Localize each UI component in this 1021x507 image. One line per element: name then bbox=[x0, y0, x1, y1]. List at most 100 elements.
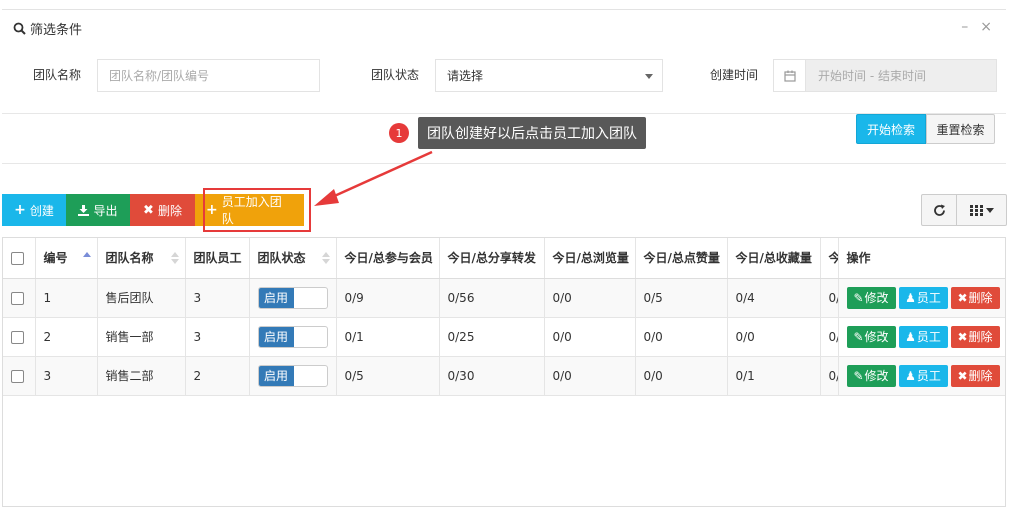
status-toggle[interactable]: 启用 bbox=[257, 364, 328, 387]
refresh-button[interactable] bbox=[921, 194, 957, 226]
calendar-icon bbox=[774, 60, 806, 91]
cell-status: 启用 bbox=[249, 356, 337, 396]
row-checkbox[interactable] bbox=[11, 330, 24, 344]
annotation-tip: 1 团队创建好以后点击员工加入团队 bbox=[389, 117, 646, 149]
cell-name: 销售一部 bbox=[97, 317, 186, 357]
cell-extra: 0/ bbox=[820, 278, 839, 318]
create-time-placeholder: 开始时间 - 结束时间 bbox=[818, 69, 926, 83]
table-row: 1 售后团队 3 启用 0/9 0/56 0/0 0/5 0/4 0/ ✎修改 … bbox=[3, 278, 1005, 318]
row-delete-button[interactable]: ✖ 删除 bbox=[950, 286, 1000, 309]
header-id[interactable]: 编号 bbox=[35, 238, 98, 279]
cell-views: 0/0 bbox=[544, 317, 636, 357]
table-view-tools bbox=[921, 194, 1007, 226]
header-actions: 操作 bbox=[838, 238, 1005, 279]
staff-button[interactable]: ♟ 员工 bbox=[898, 364, 948, 387]
row-delete-button[interactable]: ✖ 删除 bbox=[950, 364, 1000, 387]
close-icon[interactable]: × bbox=[980, 19, 992, 35]
divider bbox=[2, 163, 1006, 164]
cell-status: 启用 bbox=[249, 317, 337, 357]
cell-name: 售后团队 bbox=[97, 278, 186, 318]
cell-members: 0/1 bbox=[336, 317, 440, 357]
create-time-input[interactable]: 开始时间 - 结束时间 bbox=[806, 60, 996, 91]
sort-icon bbox=[321, 252, 330, 264]
edit-icon: ✎ bbox=[853, 368, 864, 383]
filter-title-text: 筛选条件 bbox=[30, 23, 83, 38]
row-checkbox[interactable] bbox=[11, 369, 24, 383]
export-button[interactable]: 导出 bbox=[66, 194, 130, 226]
edit-icon: ✎ bbox=[853, 329, 864, 344]
create-time-range[interactable]: 开始时间 - 结束时间 bbox=[773, 59, 997, 92]
team-name-label: 团队名称 bbox=[33, 68, 82, 82]
times-icon: ✖ bbox=[143, 202, 154, 218]
team-status-select[interactable]: 请选择 bbox=[435, 59, 663, 92]
row-checkbox[interactable] bbox=[11, 291, 24, 305]
staff-button[interactable]: ♟ 员工 bbox=[898, 325, 948, 348]
cell-favorites: 0/0 bbox=[727, 317, 821, 357]
edit-button[interactable]: ✎ 修改 bbox=[846, 286, 896, 309]
cell-favorites: 0/1 bbox=[727, 356, 821, 396]
cell-members: 0/5 bbox=[336, 356, 440, 396]
edit-button[interactable]: ✎ 修改 bbox=[846, 364, 896, 387]
table-header-row: 编号 团队名称 团队员工 团队状态 今日/总参与会员 今日/总分享转发 今日/总… bbox=[3, 238, 1005, 279]
select-all-checkbox[interactable] bbox=[11, 251, 24, 265]
header-favorites: 今日/总收藏量 bbox=[727, 238, 821, 279]
cell-id: 3 bbox=[35, 356, 98, 396]
edit-button[interactable]: ✎ 修改 bbox=[846, 325, 896, 348]
create-button[interactable]: + 创建 bbox=[2, 194, 66, 226]
row-delete-button[interactable]: ✖ 删除 bbox=[950, 325, 1000, 348]
cell-actions: ✎ 修改 ♟ 员工 ✖ 删除 bbox=[838, 278, 1005, 318]
cell-staff: 3 bbox=[185, 317, 250, 357]
team-status-label: 团队状态 bbox=[371, 68, 420, 82]
header-team-staff: 团队员工 bbox=[185, 238, 250, 279]
status-toggle[interactable]: 启用 bbox=[257, 325, 328, 348]
cell-views: 0/0 bbox=[544, 278, 636, 318]
create-label: 创建 bbox=[29, 203, 54, 218]
cell-staff: 3 bbox=[185, 278, 250, 318]
cell-likes: 0/0 bbox=[635, 356, 728, 396]
columns-button[interactable] bbox=[957, 194, 1007, 226]
users-icon: ♟ bbox=[905, 329, 916, 344]
users-icon: ♟ bbox=[905, 290, 916, 305]
delete-button[interactable]: ✖ 删除 bbox=[130, 194, 195, 226]
step-badge: 1 bbox=[389, 123, 409, 143]
panel-tools: – × bbox=[961, 19, 992, 35]
header-extra: 今 bbox=[820, 238, 839, 279]
team-name-placeholder: 团队名称/团队编号 bbox=[109, 69, 210, 83]
team-status-value: 请选择 bbox=[447, 69, 484, 83]
minus-icon[interactable]: – bbox=[961, 19, 968, 35]
filter-panel-header: 筛选条件 – × bbox=[2, 10, 1006, 48]
cell-members: 0/9 bbox=[336, 278, 440, 318]
create-time-label: 创建时间 bbox=[710, 68, 759, 82]
cell-actions: ✎ 修改 ♟ 员工 ✖ 删除 bbox=[838, 356, 1005, 396]
cell-views: 0/0 bbox=[544, 356, 636, 396]
table-row: 2 销售一部 3 启用 0/1 0/25 0/0 0/0 0/0 0/ ✎修改 … bbox=[3, 317, 1005, 357]
cell-id: 2 bbox=[35, 317, 98, 357]
sort-asc-icon bbox=[82, 252, 91, 257]
search-icon bbox=[13, 22, 26, 35]
header-likes: 今日/总点赞量 bbox=[635, 238, 728, 279]
cell-id: 1 bbox=[35, 278, 98, 318]
times-icon: ✖ bbox=[957, 368, 968, 383]
export-label: 导出 bbox=[93, 203, 118, 218]
staff-button[interactable]: ♟ 员工 bbox=[898, 286, 948, 309]
header-members: 今日/总参与会员 bbox=[336, 238, 440, 279]
cell-likes: 0/0 bbox=[635, 317, 728, 357]
header-shares: 今日/总分享转发 bbox=[439, 238, 545, 279]
team-name-input[interactable]: 团队名称/团队编号 bbox=[97, 59, 320, 92]
reset-button[interactable]: 重置检索 bbox=[926, 114, 995, 144]
header-team-status[interactable]: 团队状态 bbox=[249, 238, 337, 279]
download-icon bbox=[78, 204, 90, 216]
header-views: 今日/总浏览量 bbox=[544, 238, 636, 279]
refresh-icon bbox=[933, 204, 945, 216]
highlight-box bbox=[203, 188, 311, 232]
delete-label: 删除 bbox=[157, 203, 182, 218]
search-button[interactable]: 开始检索 bbox=[856, 114, 926, 144]
header-team-name[interactable]: 团队名称 bbox=[97, 238, 186, 279]
users-icon: ♟ bbox=[905, 368, 916, 383]
table-row: 3 销售二部 2 启用 0/5 0/30 0/0 0/0 0/1 0/ ✎修改 … bbox=[3, 356, 1005, 396]
cell-favorites: 0/4 bbox=[727, 278, 821, 318]
sort-icon bbox=[170, 252, 179, 264]
status-toggle[interactable]: 启用 bbox=[257, 286, 328, 309]
cell-likes: 0/5 bbox=[635, 278, 728, 318]
plus-icon: + bbox=[14, 202, 26, 218]
